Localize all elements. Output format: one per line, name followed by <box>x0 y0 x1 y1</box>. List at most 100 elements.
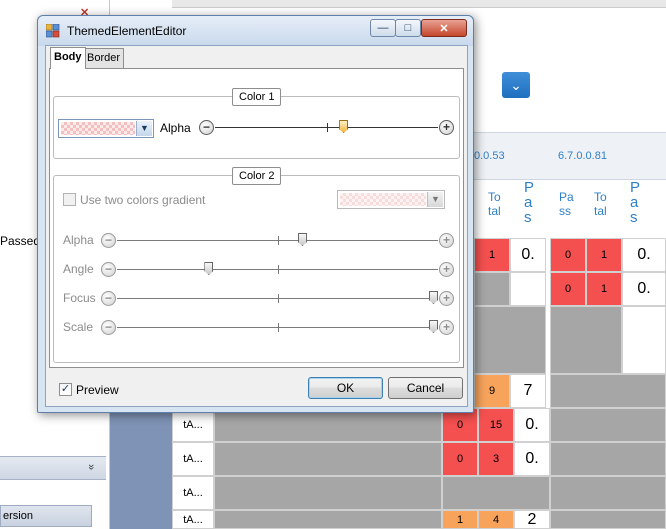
minus-icon[interactable]: − <box>101 320 116 335</box>
slider-thumb[interactable] <box>339 120 349 133</box>
grid-cell: 4 <box>478 510 514 529</box>
grid-cell: 0. <box>622 238 666 272</box>
plus-icon[interactable]: + <box>439 233 454 248</box>
gradient-checkbox[interactable] <box>63 193 76 206</box>
col-header-pass-pct: P a s <box>630 179 641 226</box>
version-header: 0.0.53 <box>474 150 505 162</box>
grid-cell: 15 <box>478 408 514 442</box>
grid-cell <box>550 408 666 442</box>
alpha-label: Alpha <box>160 121 191 135</box>
scale-slider[interactable]: − + <box>101 320 454 336</box>
grid-cell: 0 <box>550 238 586 272</box>
color-swatch <box>340 193 426 206</box>
slider-thumb[interactable] <box>429 291 438 304</box>
body-tab-page: Color 1 ▼ Alpha − + Color 2 Use two color… <box>49 68 464 368</box>
grid-cell: 1 <box>442 510 478 529</box>
slider-tick <box>277 236 279 245</box>
grid-cell: 2 <box>514 510 550 529</box>
slider-thumb[interactable] <box>429 320 438 333</box>
slider-thumb[interactable] <box>204 262 214 275</box>
grid-cell <box>510 272 546 306</box>
close-icon: ✕ <box>439 22 449 35</box>
cancel-button[interactable]: Cancel <box>388 377 463 399</box>
grid-cell: 7 <box>510 374 546 408</box>
grid-cell: 1 <box>586 238 622 272</box>
slider-tick <box>277 323 279 332</box>
slider-tick <box>277 265 279 274</box>
grid-cell <box>550 374 666 408</box>
bg-toolbar <box>172 0 666 8</box>
grid-cell: 1 <box>474 238 510 272</box>
grid-cell <box>214 442 442 476</box>
plus-icon[interactable]: + <box>439 120 454 135</box>
grid-cell <box>550 476 666 510</box>
grid-cell: 3 <box>478 442 514 476</box>
grid-cell: 1 <box>586 272 622 306</box>
table-row-label: tA... <box>172 408 214 442</box>
color-swatch <box>61 122 135 135</box>
alpha-slider[interactable]: − + <box>101 233 454 249</box>
dialog-client-area: Body Border Color 1 ▼ Alpha − + Color 2 U… <box>45 45 468 407</box>
grid-cell: 0. <box>514 408 550 442</box>
plus-icon[interactable]: + <box>439 262 454 277</box>
color1-picker[interactable]: ▼ <box>58 119 154 138</box>
chevron-down-icon[interactable]: ▼ <box>427 192 443 207</box>
color1-group: Color 1 ▼ Alpha − + <box>53 88 460 159</box>
bg-version-field[interactable]: ersion <box>0 505 92 527</box>
chevron-down-icon[interactable]: » <box>85 464 97 470</box>
focus-slider[interactable]: − + <box>101 291 454 307</box>
grid-cell: 0 <box>442 442 478 476</box>
chevron-down-icon[interactable]: ⌄ <box>502 72 530 98</box>
color2-group: Color 2 Use two colors gradient ▼ Alpha … <box>53 167 460 363</box>
minus-icon[interactable]: − <box>101 291 116 306</box>
bg-left-item: Passed <box>0 234 41 248</box>
minus-icon[interactable]: − <box>101 233 116 248</box>
grid-cell <box>214 476 442 510</box>
plus-icon[interactable]: + <box>439 291 454 306</box>
angle-slider[interactable]: − + <box>101 262 454 278</box>
close-button[interactable]: ✕ <box>421 19 467 37</box>
themed-element-editor-dialog: ThemedElementEditor — □ ✕ Body Border Co… <box>37 15 474 413</box>
table-row-label: tA... <box>172 510 214 529</box>
app-icon <box>46 24 60 38</box>
grid-cell <box>474 306 546 374</box>
col-header-pass: Pa ss <box>559 190 574 218</box>
grid-cell: 0. <box>514 442 550 476</box>
grid-cell <box>550 510 666 529</box>
alpha-slider[interactable]: − + <box>199 120 454 136</box>
gradient-checkbox-label: Use two colors gradient <box>80 193 206 207</box>
grid-cell <box>214 408 442 442</box>
grid-cell <box>214 510 442 529</box>
minimize-button[interactable]: — <box>370 19 396 37</box>
ok-button[interactable]: OK <box>308 377 383 399</box>
col-header-total: To tal <box>488 190 501 218</box>
dialog-titlebar[interactable]: ThemedElementEditor — □ ✕ <box>38 16 473 46</box>
minimize-icon: — <box>377 22 389 34</box>
table-row-label: tA... <box>172 442 214 476</box>
grid-cell <box>474 272 510 306</box>
slider-label-angle: Angle <box>63 262 94 276</box>
color2-group-title: Color 2 <box>232 167 282 185</box>
grid-cell <box>622 306 666 374</box>
chevron-down-icon[interactable]: ▼ <box>136 121 152 136</box>
minus-icon[interactable]: − <box>101 262 116 277</box>
tab-border[interactable]: Border <box>83 48 125 68</box>
plus-icon[interactable]: + <box>439 320 454 335</box>
slider-label-alpha: Alpha <box>63 233 94 247</box>
maximize-button[interactable]: □ <box>395 19 421 37</box>
preview-label: Preview <box>76 383 119 397</box>
col-header-total: To tal <box>594 190 607 218</box>
bg-panel-header[interactable]: » <box>0 456 106 480</box>
grid-cell: 0. <box>622 272 666 306</box>
slider-label-focus: Focus <box>63 291 96 305</box>
minus-icon[interactable]: − <box>199 120 214 135</box>
grid-cell: 9 <box>474 374 510 408</box>
preview-checkbox[interactable]: ✓ <box>59 383 72 396</box>
dialog-title: ThemedElementEditor <box>67 24 187 38</box>
maximize-icon: □ <box>404 22 412 34</box>
table-row-label: tA... <box>172 476 214 510</box>
slider-thumb[interactable] <box>297 233 307 246</box>
col-header-pass-pct: P a s <box>524 179 535 226</box>
color2-picker[interactable]: ▼ <box>337 190 445 209</box>
tab-body[interactable]: Body <box>50 47 86 69</box>
